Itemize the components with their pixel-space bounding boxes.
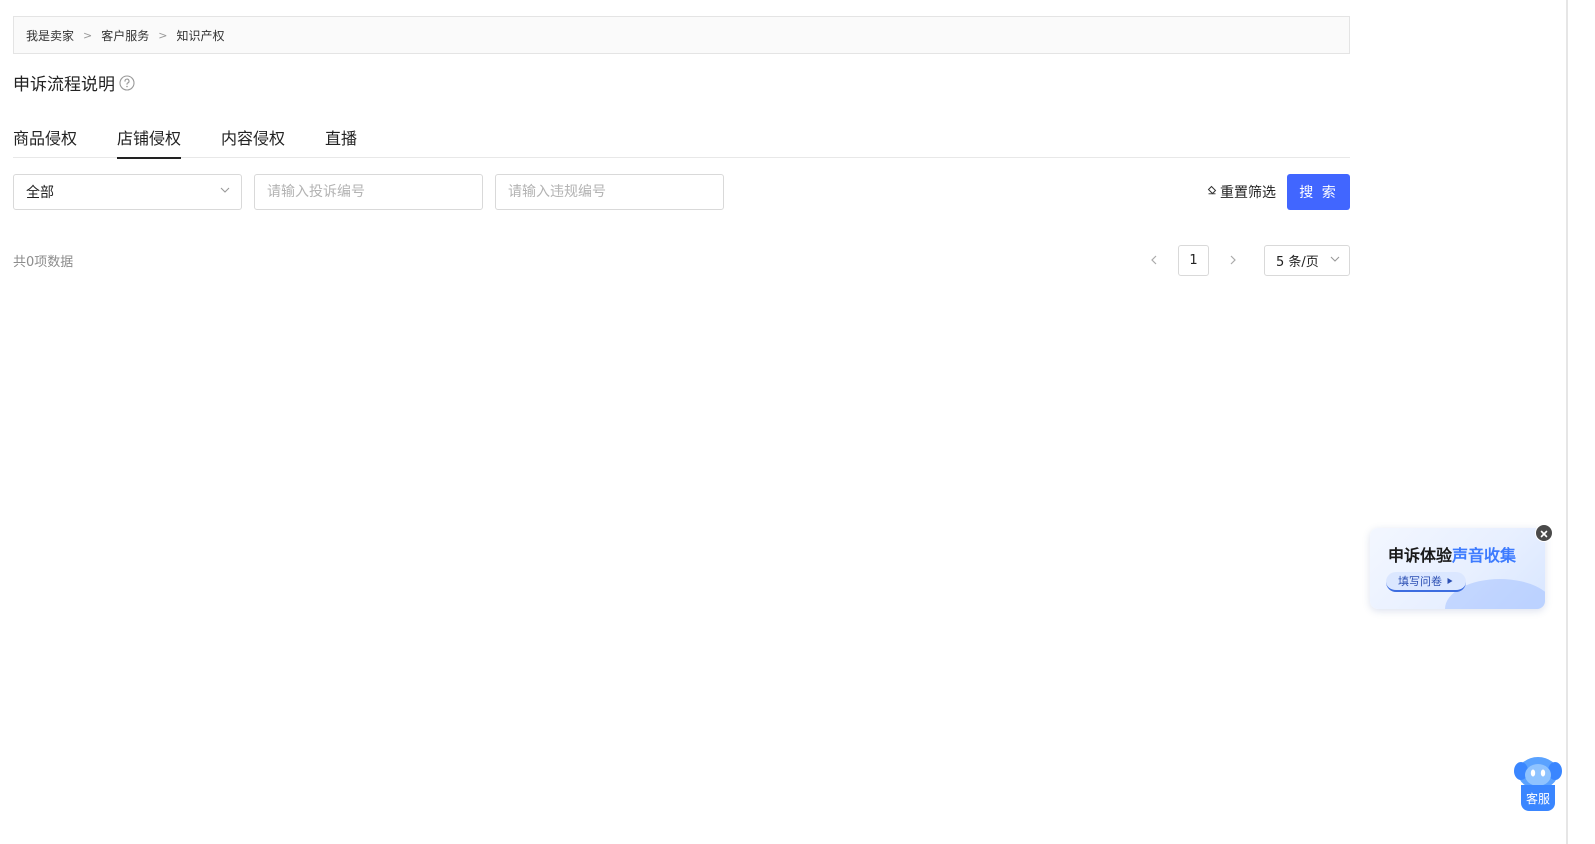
fill-survey-label: 填写问卷 xyxy=(1398,575,1442,588)
breadcrumb-item-customer-service[interactable]: 客户服务 xyxy=(101,27,149,44)
pagination-next-button[interactable] xyxy=(1223,250,1243,270)
tab-live[interactable]: 直播 xyxy=(325,120,357,158)
breadcrumb-item-seller[interactable]: 我是卖家 xyxy=(26,27,74,44)
close-icon xyxy=(1539,524,1549,543)
survey-close-button[interactable] xyxy=(1535,524,1553,542)
customer-service-button[interactable]: 客服 xyxy=(1513,755,1563,813)
page-size-value: 5 条/页 xyxy=(1276,255,1319,270)
breadcrumb: 我是卖家 > 客户服务 > 知识产权 xyxy=(13,16,1350,54)
scrollbar-track[interactable] xyxy=(1566,0,1568,844)
customer-service-label: 客服 xyxy=(1521,785,1555,811)
survey-banner[interactable]: 申诉体验声音收集 填写问卷 xyxy=(1370,528,1545,609)
fill-survey-button[interactable]: 填写问卷 xyxy=(1386,572,1466,592)
tab-content-infringement[interactable]: 内容侵权 xyxy=(221,120,285,158)
tab-store-infringement[interactable]: 店铺侵权 xyxy=(117,120,182,159)
eraser-icon xyxy=(1206,184,1218,200)
reset-filter-label: 重置筛选 xyxy=(1220,185,1276,201)
breadcrumb-item-ip: 知识产权 xyxy=(176,28,225,43)
complaint-number-input[interactable] xyxy=(254,174,483,210)
type-select-value: 全部 xyxy=(26,185,54,201)
pagination-page-item[interactable]: 1 xyxy=(1178,245,1209,276)
type-select[interactable]: 全部 xyxy=(13,174,242,210)
tab-bar: 商品侵权 店铺侵权 内容侵权 直播 xyxy=(13,120,1350,159)
survey-title-main: 申诉体验 xyxy=(1388,546,1453,565)
page-root: 我是卖家 > 客户服务 > 知识产权 申诉流程说明 商品侵权 店铺侵权 内容侵权… xyxy=(0,0,1595,844)
total-count-text: 共0项数据 xyxy=(13,255,74,270)
breadcrumb-separator: > xyxy=(83,28,93,42)
tab-goods-infringement[interactable]: 商品侵权 xyxy=(13,120,77,158)
pagination-prev-button[interactable] xyxy=(1144,250,1164,270)
play-triangle-icon xyxy=(1446,575,1454,588)
search-button[interactable]: 搜 索 xyxy=(1287,174,1350,210)
page-title: 申诉流程说明 xyxy=(13,75,115,95)
page-title-row: 申诉流程说明 xyxy=(13,70,135,95)
chevron-down-icon xyxy=(219,184,231,200)
page-size-select[interactable]: 5 条/页 xyxy=(1264,245,1350,276)
violation-number-input[interactable] xyxy=(495,174,724,210)
chevron-right-icon xyxy=(1227,251,1239,270)
chevron-down-icon xyxy=(1329,253,1341,269)
survey-title-highlight: 声音收集 xyxy=(1452,546,1517,565)
survey-title: 申诉体验声音收集 xyxy=(1388,542,1516,566)
question-circle-icon[interactable] xyxy=(119,74,135,91)
breadcrumb-separator: > xyxy=(158,28,168,42)
chevron-left-icon xyxy=(1148,251,1160,270)
reset-filter-button[interactable]: 重置筛选 xyxy=(1206,182,1276,202)
